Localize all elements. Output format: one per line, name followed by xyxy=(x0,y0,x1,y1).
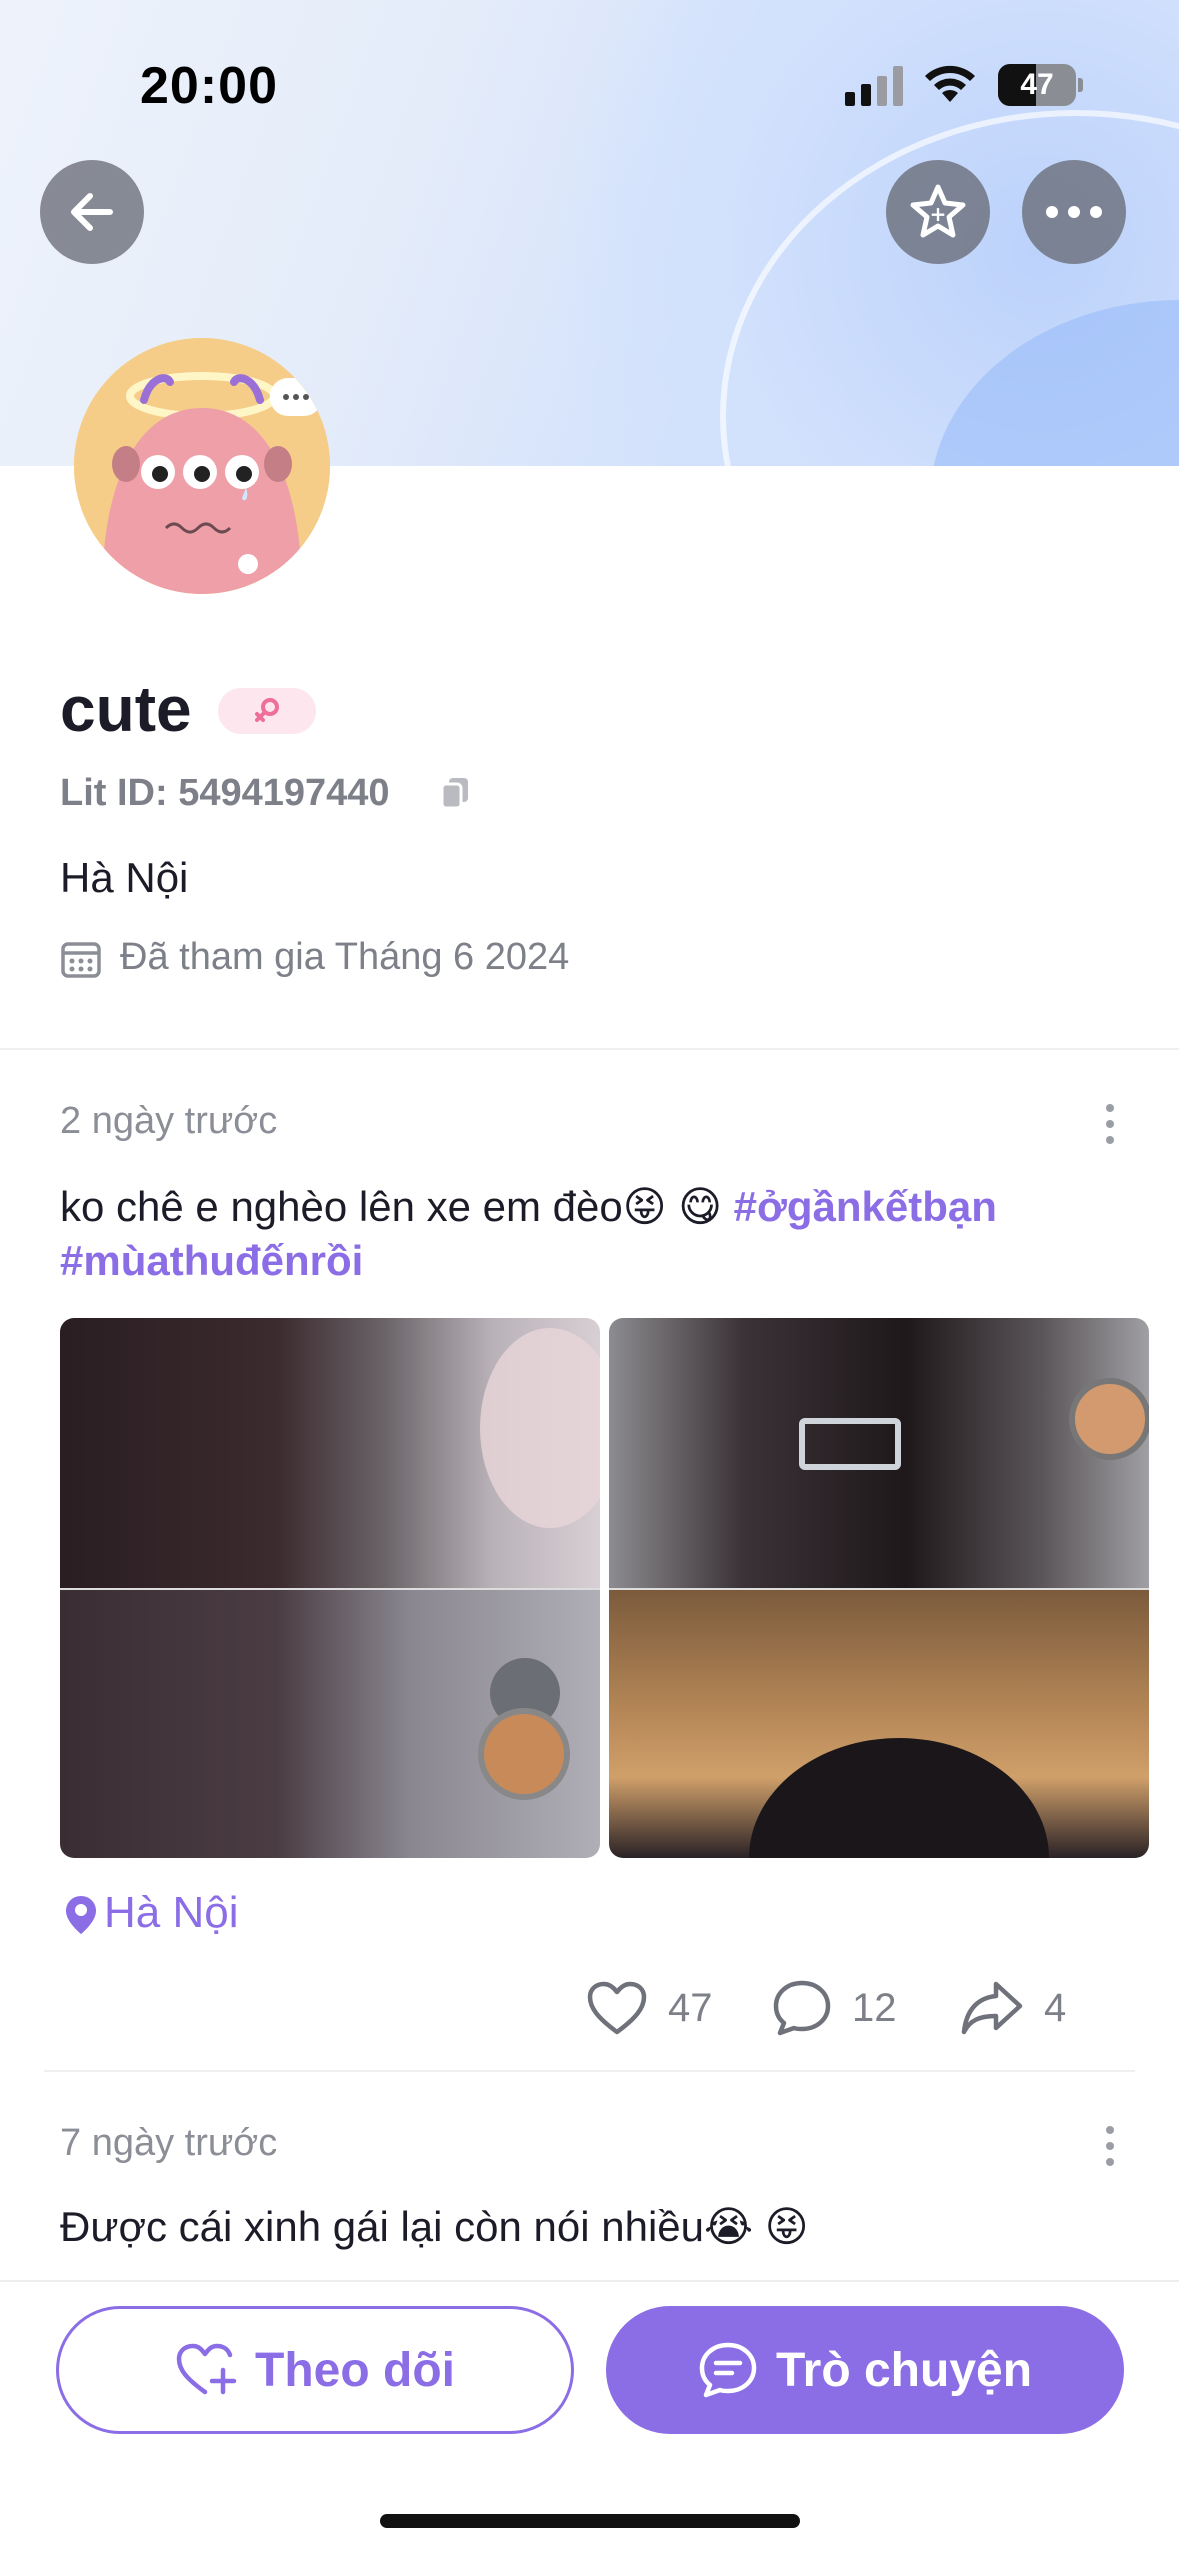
follow-button[interactable]: Theo dõi xyxy=(56,2306,574,2434)
post-text: Được cái xinh gái lại còn nói nhiều😭 😝 xyxy=(60,2200,1120,2254)
follow-label: Theo dõi xyxy=(255,2343,455,2397)
post-location[interactable]: Hà Nội xyxy=(104,1888,239,1938)
back-button[interactable] xyxy=(40,160,144,264)
avatar[interactable] xyxy=(74,338,330,594)
post-time: 7 ngày trước xyxy=(60,2122,278,2164)
status-bar: 20:00 47 xyxy=(0,0,1179,170)
calendar-icon xyxy=(61,942,101,978)
comment-count: 12 xyxy=(852,1985,897,2030)
hashtag-link[interactable]: #ởgầnkếtbạn xyxy=(734,1183,997,1230)
post-more-button[interactable] xyxy=(1106,2126,1116,2174)
chat-button[interactable]: Trò chuyện xyxy=(606,2306,1124,2434)
svg-text:+: + xyxy=(930,202,947,226)
divider xyxy=(44,2070,1135,2072)
more-horizontal-icon xyxy=(1046,206,1102,218)
copy-icon[interactable] xyxy=(440,776,470,810)
post-text: ko chê e nghèo lên xe em đèo😝 😋 #ởgầnkết… xyxy=(60,1180,1120,1288)
arrow-left-icon xyxy=(71,193,113,231)
lit-id: Lit ID: 5494197440 xyxy=(60,772,390,814)
share-count: 4 xyxy=(1044,1985,1067,2030)
post-caption: ko chê e nghèo lên xe em đèo😝 😋 xyxy=(60,1183,722,1230)
like-count: 47 xyxy=(668,1985,713,2030)
post-time: 2 ngày trước xyxy=(60,1100,278,1142)
battery-level: 47 xyxy=(1020,68,1054,101)
share-button[interactable]: 4 xyxy=(960,1976,1066,2040)
divider xyxy=(0,1048,1179,1050)
post-photos xyxy=(60,1318,1150,1858)
favorite-button[interactable]: + xyxy=(886,160,990,264)
hashtag-link[interactable]: #mùathuđếnrồi xyxy=(60,1237,363,1284)
post-photo[interactable] xyxy=(60,1318,600,1858)
chat-bubble-icon xyxy=(699,2342,757,2398)
post-photo[interactable] xyxy=(609,1318,1149,1858)
star-add-icon: + xyxy=(910,184,966,238)
profile-name: cute xyxy=(60,673,192,745)
cellular-signal-icon xyxy=(845,66,903,106)
like-button[interactable]: 47 xyxy=(586,1976,713,2040)
joined-date: Đã tham gia Tháng 6 2024 xyxy=(120,936,570,978)
share-icon xyxy=(961,1981,1023,2035)
gender-badge xyxy=(218,688,316,734)
location-pin-icon xyxy=(66,1896,96,1934)
heart-plus-icon xyxy=(176,2343,237,2395)
avatar-monster-image xyxy=(74,338,330,594)
more-options-button[interactable] xyxy=(1022,160,1126,264)
profile-city: Hà Nội xyxy=(60,854,189,901)
status-time: 20:00 xyxy=(140,57,278,115)
post-more-button[interactable] xyxy=(1106,1104,1116,1152)
comment-icon xyxy=(773,1980,831,2036)
wifi-icon xyxy=(925,65,975,102)
battery-icon: 47 xyxy=(998,64,1083,106)
heart-icon xyxy=(587,1981,647,2035)
post-caption: Được cái xinh gái lại còn nói nhiều😭 😝 xyxy=(60,2203,809,2250)
female-icon xyxy=(255,698,279,722)
home-indicator[interactable] xyxy=(380,2514,800,2528)
comment-button[interactable]: 12 xyxy=(772,1976,897,2040)
chat-label: Trò chuyện xyxy=(775,2343,1033,2397)
